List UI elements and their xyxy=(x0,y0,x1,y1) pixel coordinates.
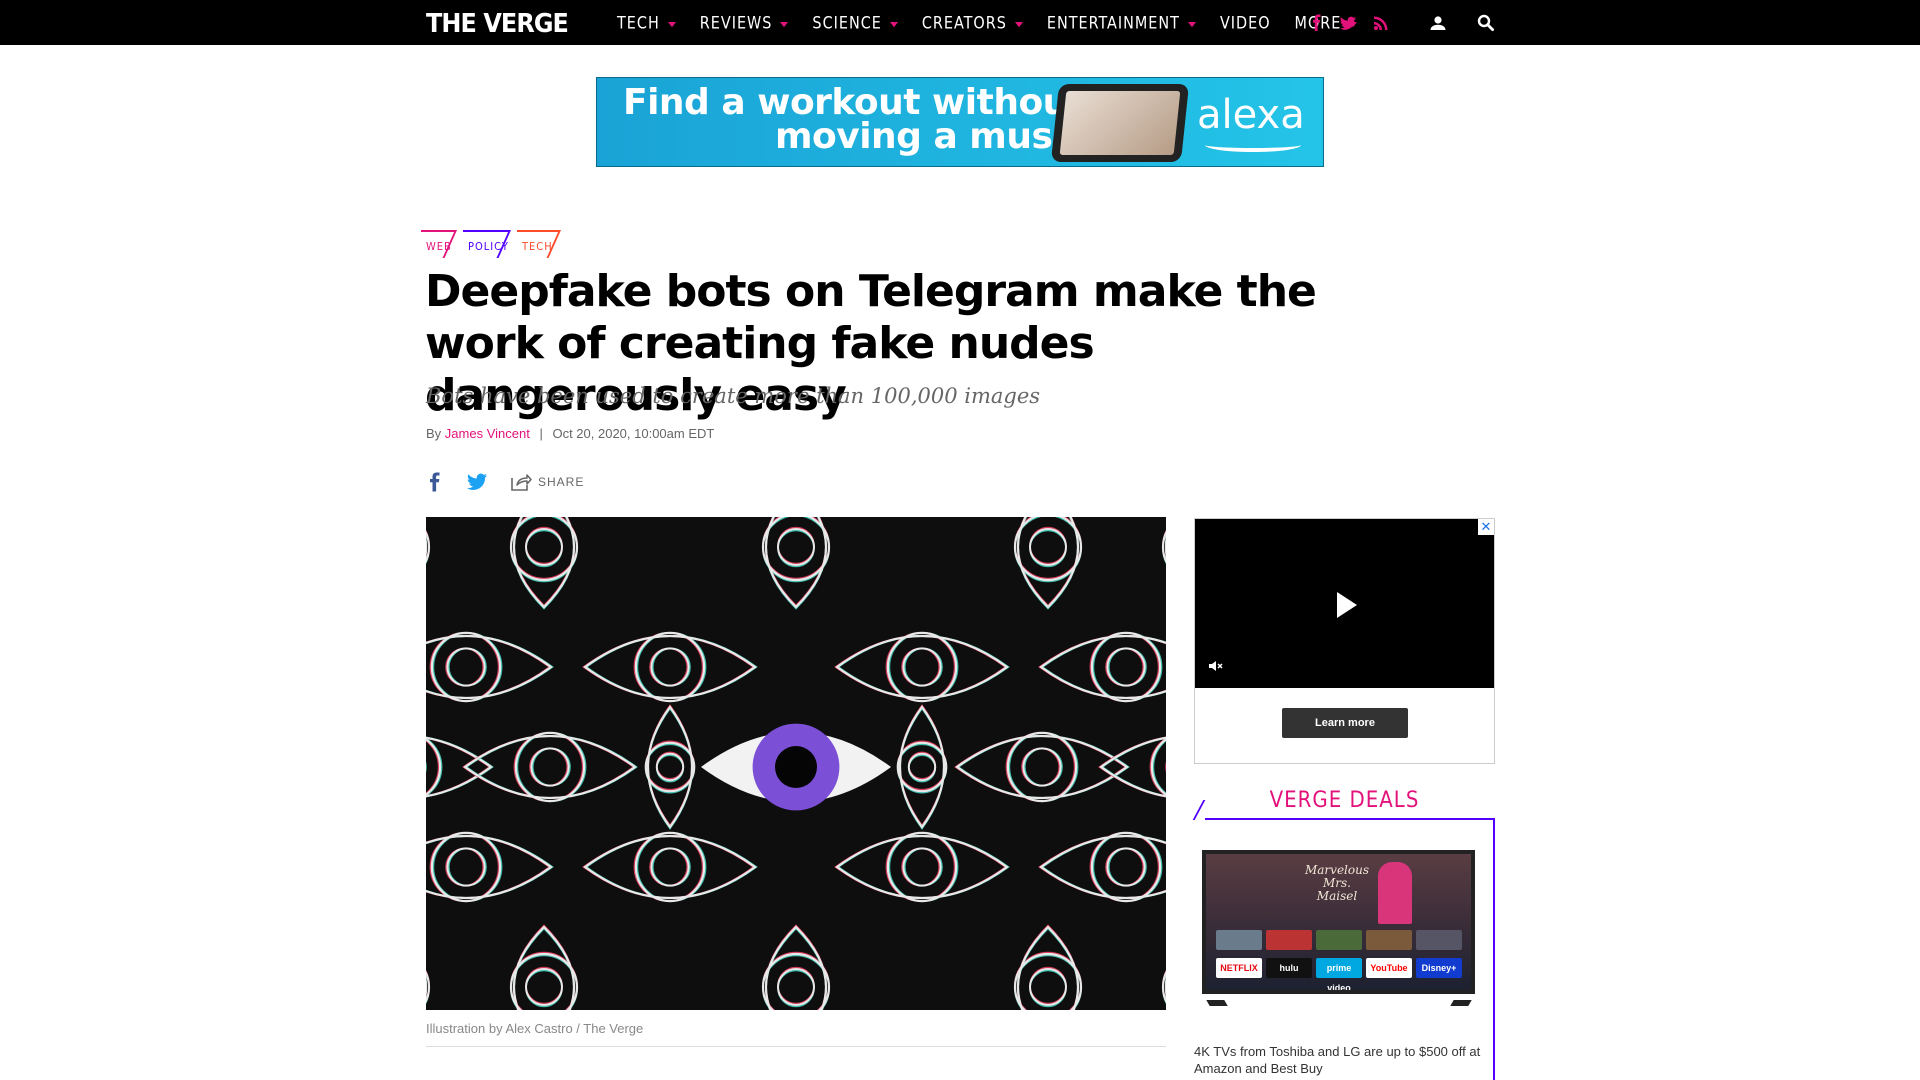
nav-item-tech[interactable]: TECH xyxy=(617,12,676,33)
share-label: SHARE xyxy=(538,475,585,489)
outline-eye xyxy=(426,631,554,703)
caret-down-icon xyxy=(1187,21,1196,27)
nav-item-label: TECH xyxy=(617,12,660,33)
nav-item-label: ENTERTAINMENT xyxy=(1046,12,1180,33)
caret-down-icon xyxy=(1014,21,1023,27)
nav-item-label: REVIEWS xyxy=(699,12,773,33)
byline-by-label: By xyxy=(426,426,442,441)
amazon-smile-icon xyxy=(1205,138,1301,152)
facebook-icon[interactable] xyxy=(1306,12,1328,34)
user-icon[interactable] xyxy=(1427,12,1449,34)
nav-item-label: CREATORS xyxy=(921,12,1007,33)
byline: By James Vincent | Oct 20, 2020, 10:00am… xyxy=(426,426,714,441)
author-link[interactable]: James Vincent xyxy=(445,426,530,441)
share-twitter-icon[interactable] xyxy=(466,472,488,497)
nav-item-video[interactable]: VIDEO xyxy=(1220,13,1271,33)
outline-eye xyxy=(426,924,431,1010)
verge-deals-title: VERGE DEALS xyxy=(1269,788,1420,813)
central-eye xyxy=(701,723,891,811)
twitter-icon[interactable] xyxy=(1337,12,1359,34)
rss-icon[interactable] xyxy=(1370,12,1392,34)
outline-eye xyxy=(761,924,831,1010)
tag-web[interactable]: WEB xyxy=(421,230,461,258)
outline-eye xyxy=(1161,924,1166,1010)
outline-eye xyxy=(834,631,1010,703)
outline-eye xyxy=(1098,736,1166,798)
outline-eye xyxy=(1038,631,1166,703)
video-player[interactable] xyxy=(1195,519,1494,688)
share-bar: SHARE xyxy=(424,470,624,494)
ad-brand-logo: alexa xyxy=(1197,92,1305,138)
tv-app-tile: prime video xyxy=(1316,958,1362,990)
caret-down-icon xyxy=(780,21,789,27)
eyes-illustration xyxy=(426,517,1166,1010)
deal-description-link[interactable]: 4K TVs from Toshiba and LG are up to $50… xyxy=(1194,1043,1490,1077)
ad-close-icon[interactable]: ✕ xyxy=(1478,519,1494,535)
image-caption: Illustration by Alex Castro / The Verge xyxy=(426,1021,644,1036)
nav-item-label: SCIENCE xyxy=(812,12,882,33)
outline-eye xyxy=(1013,517,1083,610)
tv-show-character xyxy=(1378,862,1412,924)
tag-tech[interactable]: TECH xyxy=(517,230,565,258)
tag-label: TECH xyxy=(522,240,553,253)
verge-logo[interactable]: THE VERGE xyxy=(426,9,569,39)
outline-eye xyxy=(426,517,431,610)
byline-separator: | xyxy=(539,426,543,441)
outline-eye xyxy=(509,517,579,610)
ad-banner[interactable]: Find a workout without moving a muscle a… xyxy=(596,77,1324,167)
nav-item-reviews[interactable]: REVIEWS xyxy=(699,12,789,33)
top-navigation-bar: THE VERGE TECH REVIEWS SCIENCE CREATORS ENTE… xyxy=(0,0,1920,45)
nav-item-label: VIDEO xyxy=(1219,12,1271,33)
tv-app-tile: Disney+ xyxy=(1416,958,1462,978)
play-icon[interactable] xyxy=(1337,592,1357,618)
caret-down-icon xyxy=(889,21,898,27)
outline-eye xyxy=(1038,831,1166,903)
outline-eye xyxy=(509,924,579,1010)
outline-eye xyxy=(582,631,758,703)
nav-item-entertainment[interactable]: ENTERTAINMENT xyxy=(1046,12,1196,33)
caption-divider xyxy=(426,1046,1166,1047)
outline-eye xyxy=(1161,517,1166,610)
tv-app-tile: NETFLIX xyxy=(1216,958,1262,978)
outline-eye xyxy=(834,831,1010,903)
nav-item-science[interactable]: SCIENCE xyxy=(812,12,898,33)
nav-menu: TECH REVIEWS SCIENCE CREATORS ENTERTAINMENT V… xyxy=(617,0,1381,45)
tag-policy[interactable]: POLICY xyxy=(463,230,515,258)
share-facebook-icon[interactable] xyxy=(428,472,442,497)
caret-down-icon xyxy=(667,21,676,27)
publish-date: Oct 20, 2020, 10:00am EDT xyxy=(552,426,715,441)
outline-eye xyxy=(761,517,831,610)
deal-tv-image[interactable]: Marvelous Mrs. Maisel NETFLIX hulu prime v… xyxy=(1202,850,1475,994)
tv-show-title: Marvelous Mrs. Maisel xyxy=(1304,863,1369,903)
hero-illustration xyxy=(426,517,1166,1010)
nav-item-creators[interactable]: CREATORS xyxy=(921,12,1023,33)
echo-show-device-image xyxy=(1050,84,1190,162)
outline-eye xyxy=(896,704,948,830)
streaming-app-row: NETFLIX hulu prime video YouTube Disney+ xyxy=(1216,958,1462,990)
search-icon[interactable] xyxy=(1475,12,1497,34)
verge-deals-module: Marvelous Mrs. Maisel NETFLIX hulu prime v… xyxy=(1194,820,1495,1080)
tv-app-tile: hulu xyxy=(1266,958,1312,978)
outline-eye xyxy=(582,831,758,903)
mute-icon[interactable] xyxy=(1207,658,1223,674)
tv-app-tile: YouTube xyxy=(1366,958,1412,978)
outline-eye xyxy=(1013,924,1083,1010)
outline-eye xyxy=(426,736,494,798)
article-dek: Bots have been used to create more than … xyxy=(426,384,1041,408)
outline-eye xyxy=(426,831,554,903)
sidebar-video-ad: ✕ Learn more xyxy=(1194,518,1495,764)
learn-more-button[interactable]: Learn more xyxy=(1282,708,1408,738)
outline-eye xyxy=(644,704,696,830)
share-arrow-icon xyxy=(511,474,532,491)
share-button[interactable]: SHARE xyxy=(510,472,584,492)
